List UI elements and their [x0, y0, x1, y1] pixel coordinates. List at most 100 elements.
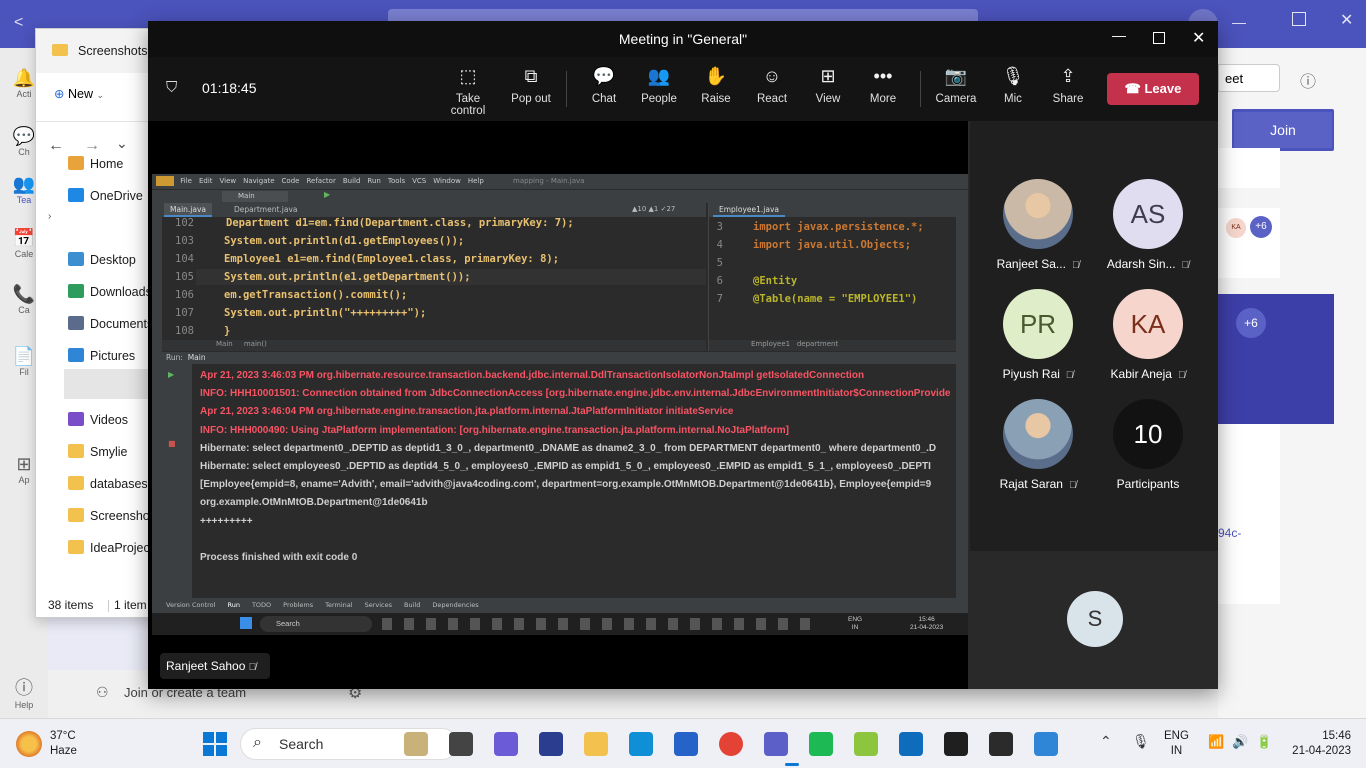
- tool-tab-services[interactable]: Services: [365, 601, 392, 609]
- video-meet-icon[interactable]: [494, 732, 518, 756]
- terminal-icon[interactable]: [989, 732, 1013, 756]
- people-button[interactable]: 👥 People: [631, 65, 687, 105]
- participant-tile[interactable]: PR Piyush Rai 🎙̸: [988, 289, 1088, 381]
- tool-tab-version-control[interactable]: Version Control: [166, 601, 215, 609]
- ide-menu-window[interactable]: Window: [433, 177, 461, 185]
- ide-menu-bar: File Edit View Navigate Code Refactor Build Run…: [152, 174, 968, 189]
- clock[interactable]: 15:46 21-04-2023: [1285, 729, 1351, 759]
- ide-toolbar: Main ▶: [152, 189, 968, 203]
- link-text[interactable]: 94c-: [1218, 526, 1241, 540]
- ide-menu-view[interactable]: View: [220, 177, 237, 185]
- rail-help[interactable]: ⓘ Help: [0, 674, 48, 710]
- share-button[interactable]: ⇪ Share: [1040, 65, 1096, 105]
- info-icon[interactable]: ⓘ: [1300, 68, 1316, 92]
- ide-menu-tools[interactable]: Tools: [388, 177, 405, 185]
- ide-menu-run[interactable]: Run: [367, 177, 380, 185]
- tool-tab-terminal[interactable]: Terminal: [325, 601, 352, 609]
- task-view-icon[interactable]: [449, 732, 473, 756]
- minimize-icon[interactable]: —: [1112, 27, 1126, 43]
- chevron-up-icon[interactable]: ⌃: [1100, 733, 1112, 750]
- outlook-icon[interactable]: [899, 732, 923, 756]
- code-line: Employee1 e1=em.find(Employee1.class, pr…: [224, 253, 560, 265]
- mic-button[interactable]: 🎙 Mic: [985, 65, 1041, 105]
- tool-tab-build[interactable]: Build: [404, 601, 420, 609]
- participant-tile[interactable]: Rajat Saran 🎙̸: [988, 399, 1088, 491]
- notepad-icon[interactable]: [854, 732, 878, 756]
- language-indicator[interactable]: ENG IN: [1164, 729, 1189, 759]
- add-team-icon: ⚇: [96, 684, 109, 700]
- take-control-button[interactable]: ⬚ Take control: [440, 65, 496, 117]
- file-manager-icon[interactable]: [404, 732, 428, 756]
- chevron-right-icon[interactable]: ›: [48, 211, 51, 222]
- ide-menu-build[interactable]: Build: [343, 177, 361, 185]
- more-button[interactable]: ••• More: [855, 65, 911, 105]
- tab-main-java[interactable]: Main.java: [164, 203, 213, 217]
- participant-tile[interactable]: KA Kabir Aneja 🎙̸: [1098, 289, 1198, 381]
- participant-name: Piyush Rai 🎙̸: [1002, 367, 1074, 381]
- tool-tab-dependencies[interactable]: Dependencies: [432, 601, 478, 609]
- battery-icon[interactable]: 🔋: [1256, 734, 1272, 750]
- chrome-icon[interactable]: [719, 732, 743, 756]
- ide-menu-file[interactable]: File: [180, 177, 192, 185]
- file-explorer-icon[interactable]: [584, 732, 608, 756]
- ide-menu-edit[interactable]: Edit: [199, 177, 213, 185]
- editor-main[interactable]: Main.java Department.java ▲10 ▲1 ✓27 102…: [162, 203, 706, 351]
- teams-icon[interactable]: [764, 732, 788, 756]
- intellij-icon[interactable]: [944, 732, 968, 756]
- participant-tile[interactable]: 10 Participants: [1098, 399, 1198, 491]
- raise-button[interactable]: ✋ Raise: [688, 65, 744, 105]
- folder-icon: [68, 156, 84, 170]
- participant-tile[interactable]: Ranjeet Sa... 🎙̸: [988, 179, 1088, 271]
- pop-out-button[interactable]: ⧉ Pop out: [503, 65, 559, 105]
- start-button[interactable]: [203, 732, 227, 756]
- close-icon[interactable]: ✕: [1192, 28, 1205, 48]
- divider: [108, 600, 109, 612]
- stop-icon[interactable]: ■: [168, 439, 192, 448]
- tab-department-java[interactable]: Department.java: [228, 203, 303, 217]
- join-button[interactable]: Join: [1234, 112, 1332, 148]
- ide-menu-code[interactable]: Code: [282, 177, 300, 185]
- mic-off-icon[interactable]: 🎙: [1132, 733, 1150, 750]
- participant-photo: [1003, 399, 1073, 469]
- spotify-icon[interactable]: [809, 732, 833, 756]
- run-console[interactable]: Apr 21, 2023 3:46:03 PM org.hibernate.re…: [192, 364, 956, 598]
- editor-right[interactable]: Employee1.java 3 import javax.persistence…: [708, 203, 957, 351]
- meet-chevron[interactable]: [1219, 64, 1249, 92]
- chat-button[interactable]: 💬 Chat: [576, 65, 632, 105]
- tor-browser-icon[interactable]: [539, 732, 563, 756]
- tab-employee1-java[interactable]: Employee1.java: [713, 203, 786, 217]
- photos-icon[interactable]: [1034, 732, 1058, 756]
- weather-icon[interactable]: [16, 731, 42, 757]
- view-button[interactable]: ⊞ View: [800, 65, 856, 105]
- maximize-icon[interactable]: [1292, 12, 1306, 26]
- react-button[interactable]: ☺ React: [744, 65, 800, 105]
- maximize-icon[interactable]: [1153, 32, 1165, 44]
- ide-menu-vcs[interactable]: VCS: [412, 177, 426, 185]
- wifi-icon[interactable]: 📶: [1208, 734, 1224, 750]
- explorer-tab-title[interactable]: Screenshots: [78, 44, 147, 58]
- tool-tab-run[interactable]: Run: [227, 601, 239, 609]
- tool-tab-todo[interactable]: TODO: [252, 601, 271, 609]
- ide-menu-refactor[interactable]: Refactor: [306, 177, 335, 185]
- rerun-icon[interactable]: ▶: [168, 370, 192, 379]
- run-icon[interactable]: ▶: [324, 190, 330, 199]
- tool-tab-problems[interactable]: Problems: [283, 601, 313, 609]
- back-arrow-icon[interactable]: <: [14, 14, 23, 32]
- ide-menu-navigate[interactable]: Navigate: [243, 177, 274, 185]
- new-button[interactable]: ⊕ New ⌄: [46, 81, 130, 107]
- participant-tile[interactable]: AS Adarsh Sin... 🎙̸: [1098, 179, 1198, 271]
- more-participants-badge[interactable]: +6: [1250, 216, 1272, 238]
- store-icon[interactable]: [674, 732, 698, 756]
- shield-icon[interactable]: ⛉: [166, 79, 177, 96]
- edge-icon[interactable]: [629, 732, 653, 756]
- volume-icon[interactable]: 🔊: [1232, 734, 1248, 750]
- line-number: 107: [175, 307, 194, 319]
- ide-menu-help[interactable]: Help: [468, 177, 484, 185]
- run-config-select[interactable]: Main: [222, 191, 288, 202]
- camera-button[interactable]: 📷 Camera: [928, 65, 984, 105]
- more-participants-badge[interactable]: +6: [1236, 308, 1266, 338]
- close-icon[interactable]: ✕: [1340, 10, 1353, 30]
- leave-button[interactable]: ☎ Leave: [1107, 73, 1199, 105]
- minimize-icon[interactable]: —: [1232, 14, 1246, 30]
- weather-widget[interactable]: 37°C Haze: [50, 729, 77, 759]
